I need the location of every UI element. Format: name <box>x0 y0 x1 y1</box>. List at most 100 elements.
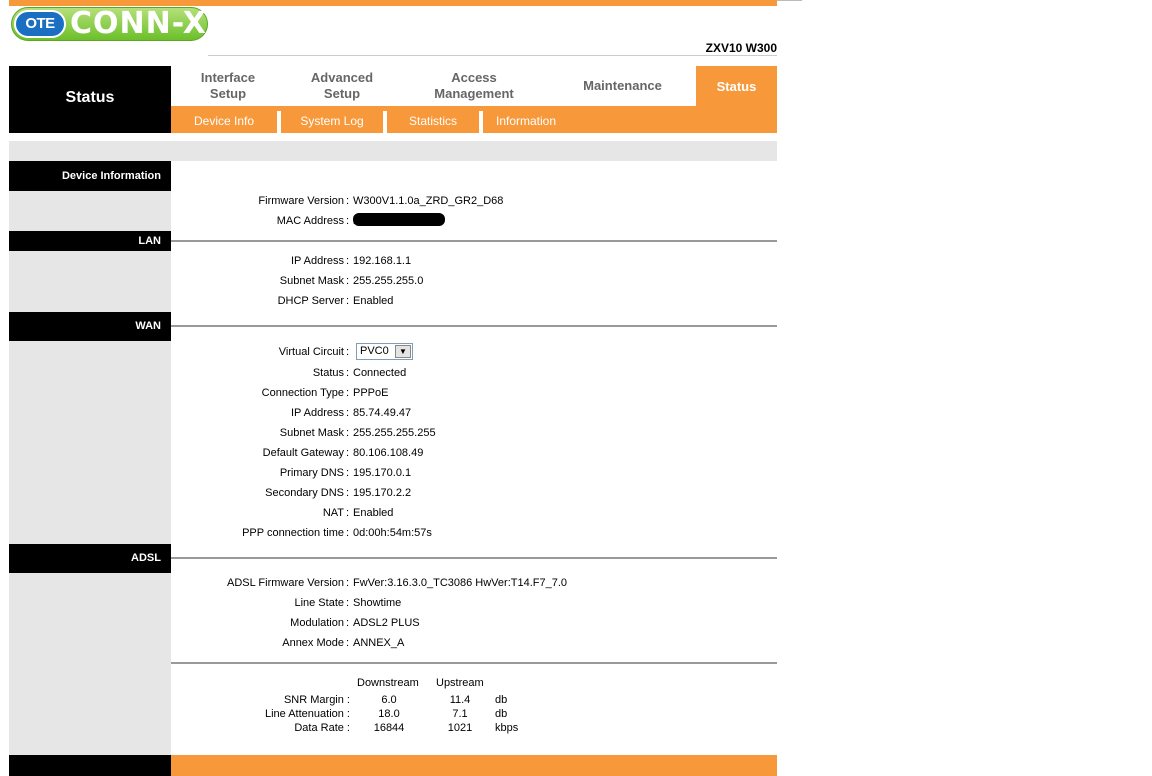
info-row-virtual-circuit: Virtual Circuit: <box>278 346 350 358</box>
subtab-statistics[interactable]: Statistics <box>387 106 479 133</box>
field-label: Virtual Circuit <box>278 346 344 358</box>
dhcp-server-value: Enabled <box>353 295 394 307</box>
field-label: Subnet Mask <box>279 275 344 287</box>
lan-ip-value: 192.168.1.1 <box>353 255 412 267</box>
info-row-ppp-time: PPP connection time: 0d:00h:54m:57s <box>242 527 432 539</box>
field-label: DHCP Server <box>277 295 344 307</box>
wan-status-value: Connected <box>353 367 407 379</box>
section-header-lan: LAN <box>9 231 171 251</box>
field-label: Primary DNS <box>279 467 344 479</box>
info-row-secondary-dns: Secondary DNS: 195.170.2.2 <box>265 487 412 499</box>
data-rate-upstream-value: 1021 <box>447 722 473 734</box>
snr-downstream-value: 6.0 <box>381 694 397 706</box>
subtab-information[interactable]: Information <box>483 106 569 133</box>
header-divider <box>208 55 777 56</box>
info-row-dhcp: DHCP Server: Enabled <box>277 295 394 307</box>
info-row-primary-dns: Primary DNS: 195.170.0.1 <box>279 467 412 479</box>
section-divider <box>171 662 777 664</box>
modulation-value: ADSL2 PLUS <box>353 617 420 629</box>
info-row-line-state: Line State: Showtime <box>294 597 402 609</box>
section-header-adsl: ADSL <box>9 544 171 573</box>
field-label: NAT <box>322 507 344 519</box>
field-label: Modulation <box>290 617 344 629</box>
brand-logo: OTE CONN-X <box>11 7 208 41</box>
section-divider <box>171 557 777 559</box>
field-label: IP Address <box>291 407 344 419</box>
info-row-mac: MAC Address: l <box>171 214 777 228</box>
top-accent-line <box>777 0 802 1</box>
info-row-wan-mask: Subnet Mask: 255.255.255.255 <box>279 427 436 439</box>
info-row-wan-ip: IP Address: 85.74.49.47 <box>291 407 412 419</box>
field-label: Default Gateway <box>262 447 344 459</box>
nav-section-title: Status <box>9 66 171 133</box>
field-label: IP Address <box>291 255 344 267</box>
info-row-lan-mask: Subnet Mask: 255.255.255.0 <box>279 275 424 287</box>
tab-maintenance[interactable]: Maintenance <box>549 66 696 106</box>
attenuation-downstream-value: 18.0 <box>378 708 400 720</box>
connection-type-value: PPPoE <box>353 387 389 399</box>
info-row-adsl-firmware: ADSL Firmware Version: FwVer:3.16.3.0_TC… <box>227 577 568 589</box>
field-label: Line State <box>294 597 344 609</box>
info-row-lan-ip: IP Address: 192.168.1.1 <box>291 255 412 267</box>
wan-subnet-value: 255.255.255.255 <box>353 427 436 439</box>
stats-header-downstream: Downstream <box>357 677 419 689</box>
stats-label-attenuation: Line Attenuation : <box>264 708 350 720</box>
brand-logo-name: CONN-X <box>70 6 207 41</box>
content-top-band <box>9 141 777 161</box>
subtab-system-log[interactable]: System Log <box>281 106 383 133</box>
annex-mode-value: ANNEX_A <box>353 637 405 649</box>
field-label: Secondary DNS <box>265 487 344 499</box>
tab-status[interactable]: Status <box>696 66 777 106</box>
field-label: Connection Type <box>261 387 344 399</box>
field-label: Status <box>312 367 344 379</box>
main-nav: Interface Setup Advanced Setup Access Ma… <box>171 66 696 106</box>
section-header-device-information: Device Information <box>9 161 171 191</box>
subtab-device-info[interactable]: Device Info <box>171 106 277 133</box>
footer-bar <box>171 755 777 776</box>
lan-subnet-value: 255.255.255.0 <box>353 275 424 287</box>
stats-header-upstream: Upstream <box>436 677 484 689</box>
footer-left-bar <box>9 755 171 776</box>
info-row-modulation: Modulation: ADSL2 PLUS <box>290 617 420 629</box>
field-label: PPP connection time <box>242 527 344 539</box>
field-label: Firmware Version <box>258 195 344 207</box>
data-rate-unit: kbps <box>495 722 519 734</box>
snr-upstream-value: 11.4 <box>449 694 471 706</box>
info-row-connection-type: Connection Type: PPPoE <box>261 387 389 399</box>
snr-unit: db <box>495 694 508 706</box>
stats-label-data-rate: Data Rate : <box>294 722 350 734</box>
line-state-value: Showtime <box>353 597 402 609</box>
mac-address-redaction <box>353 213 445 226</box>
section-divider <box>171 240 777 242</box>
info-row-nat: NAT: Enabled <box>322 507 394 519</box>
secondary-dns-value: 195.170.2.2 <box>353 487 412 499</box>
info-row-gateway: Default Gateway: 80.106.108.49 <box>262 447 424 459</box>
nat-value: Enabled <box>353 507 394 519</box>
attenuation-upstream-value: 7.1 <box>452 708 468 720</box>
tab-access-management[interactable]: Access Management <box>399 66 549 106</box>
field-label: Subnet Mask <box>279 427 344 439</box>
default-gateway-value: 80.106.108.49 <box>353 447 424 459</box>
field-label: ADSL Firmware Version <box>227 577 344 589</box>
adsl-firmware-value: FwVer:3.16.3.0_TC3086 HwVer:T14.F7_7.0 <box>353 577 568 589</box>
device-model: ZXV10 W300 <box>705 41 777 55</box>
virtual-circuit-select[interactable]: PVC0 ▼ <box>356 343 413 360</box>
attenuation-unit: db <box>495 708 508 720</box>
stats-label-snr: SNR Margin : <box>283 694 350 706</box>
tab-advanced-setup[interactable]: Advanced Setup <box>285 66 399 106</box>
data-rate-downstream-value: 16844 <box>373 722 405 734</box>
field-label: Annex Mode <box>282 637 344 649</box>
firmware-version-value: W300V1.1.0a_ZRD_GR2_D68 <box>353 195 504 207</box>
brand-logo-badge: OTE <box>14 10 66 38</box>
router-status-page: OTE CONN-X ZXV10 W300 Status Interface S… <box>0 0 1152 776</box>
primary-dns-value: 195.170.0.1 <box>353 467 412 479</box>
tab-interface-setup[interactable]: Interface Setup <box>171 66 285 106</box>
info-row-wan-status: Status: Connected <box>312 367 407 379</box>
section-divider <box>171 325 777 327</box>
section-header-wan: WAN <box>9 312 171 341</box>
info-row-annex-mode: Annex Mode: ANNEX_A <box>282 637 405 649</box>
info-row-firmware: Firmware Version: W300V1.1.0a_ZRD_GR2_D6… <box>258 195 504 207</box>
field-label: MAC Address <box>276 215 344 227</box>
chevron-down-icon[interactable]: ▼ <box>395 345 411 358</box>
virtual-circuit-selected: PVC0 <box>360 345 389 357</box>
